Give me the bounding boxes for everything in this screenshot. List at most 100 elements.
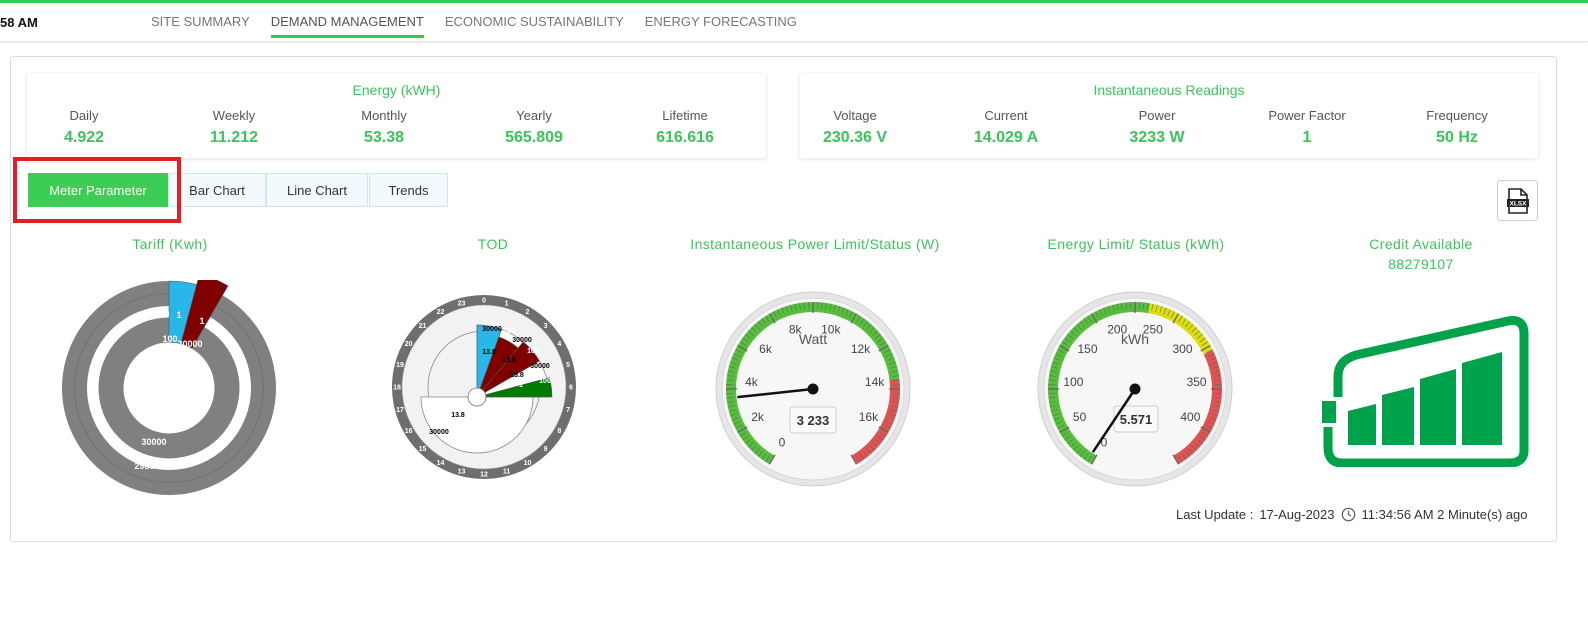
power-needle-pivot — [807, 383, 819, 395]
gauge-tick-label: 50 — [1073, 410, 1087, 424]
svg-text:XLSX: XLSX — [1509, 200, 1527, 207]
metric-value: 1 — [1302, 129, 1312, 146]
instantaneous-readings-card: Instantaneous Readings Voltage 230.36 V … — [800, 73, 1538, 158]
metric-label: Power Factor — [1268, 108, 1346, 123]
tariff-label-1: 1 — [176, 310, 181, 320]
tod-hour-label: 9 — [544, 446, 548, 453]
tab-demand-management[interactable]: DEMAND MANAGEMENT — [270, 14, 424, 38]
tariff-label-6: 29806 — [134, 461, 159, 471]
energy-speedometer: 050100150200 250300350400 kWh 5.571 — [1037, 291, 1233, 487]
reading-power: Power 3233 W — [1082, 108, 1232, 147]
metric-value: 3233 W — [1129, 129, 1185, 146]
tod-hour-label: 20 — [405, 341, 413, 348]
trends-button[interactable]: Trends — [369, 173, 448, 207]
gauge-tick-label: 16k — [859, 410, 879, 424]
energy-weekly: Weekly 11.212 — [159, 108, 309, 147]
reading-power-factor: Power Factor 1 — [1232, 108, 1382, 147]
tod-hour-label: 10 — [524, 460, 532, 467]
gauge-tick-label: 300 — [1172, 342, 1192, 356]
tod-hour-label: 3 — [544, 323, 548, 330]
energy-unit-label: kWh — [1121, 331, 1149, 347]
energy-gauge-title: Energy Limit/ Status (kWh) — [1047, 236, 1225, 252]
tod-hour-label: 15 — [419, 446, 427, 453]
tod-hour-label: 22 — [437, 309, 445, 316]
gauge-tick-label: 400 — [1180, 410, 1200, 424]
power-gauge-title: Instantaneous Power Limit/Status (W) — [690, 236, 940, 252]
gauge-tick-label: 4k — [745, 375, 759, 389]
tod-label: 13.8 — [482, 349, 496, 356]
credit-title: Credit Available 88279107 — [1336, 234, 1506, 274]
energy-daily: Daily 4.922 — [9, 108, 159, 147]
tod-label: 30000 — [482, 326, 502, 333]
tod-label: 100 — [527, 348, 539, 355]
tariff-label-2: 1 — [199, 316, 204, 326]
tod-label: 100 — [539, 378, 551, 385]
gauge-tick-label: 14k — [865, 375, 885, 389]
last-update-time: 11:34:56 AM 2 Minute(s) ago — [1361, 507, 1528, 522]
tariff-label-0: 0 — [164, 309, 169, 319]
metric-label: Daily — [69, 108, 99, 123]
energy-needle-pivot — [1129, 383, 1141, 395]
metric-value: 230.36 V — [822, 129, 888, 146]
tod-label: 30000 — [512, 337, 532, 344]
energy-lifetime: Lifetime 616.616 — [610, 108, 760, 147]
tab-energy-forecasting[interactable]: ENERGY FORECASTING — [645, 14, 797, 38]
credit-value: 88279107 — [1388, 256, 1454, 272]
tod-hour-label: 7 — [566, 407, 570, 414]
energy-summary-card: Energy (kWH) Daily 4.922 Weekly 11.212 M… — [27, 73, 766, 158]
gauge-tick-label: 6k — [759, 342, 773, 356]
tab-economic-sustainability[interactable]: ECONOMIC SUSTAINABILITY — [445, 14, 624, 38]
line-chart-button[interactable]: Line Chart — [266, 173, 368, 207]
metric-value: 14.029 A — [973, 129, 1039, 146]
xlsx-file-icon: XLSX — [1506, 187, 1529, 214]
tod-label: 13.8 — [510, 372, 524, 379]
tod-hour-label: 23 — [458, 300, 466, 307]
tod-label: 13.8 — [502, 357, 516, 364]
xlsx-export-button[interactable]: XLSX — [1497, 180, 1538, 221]
tod-hour-label: 6 — [569, 385, 573, 392]
metric-label: Weekly — [212, 108, 256, 123]
reading-current: Current 14.029 A — [931, 108, 1081, 147]
instant-card-title: Instantaneous Readings — [1093, 82, 1245, 98]
tod-label: 30000 — [530, 363, 550, 370]
tod-hour-label: 18 — [393, 385, 401, 392]
metric-label: Lifetime — [662, 108, 708, 123]
metric-label: Monthly — [361, 108, 407, 123]
bar-chart-button[interactable]: Bar Chart — [168, 173, 266, 207]
tod-hour-label: 1 — [505, 300, 509, 307]
tod-clock-chart: 0 1234567891011121314151617181920212223 3… — [392, 295, 576, 479]
tod-label: 13.8 — [451, 412, 465, 419]
tariff-title: Tariff (Kwh) — [132, 236, 208, 252]
energy-yearly: Yearly 565.809 — [459, 108, 609, 147]
reading-frequency: Frequency 50 Hz — [1382, 108, 1532, 147]
tod-label: 1 — [519, 382, 523, 389]
tod-hour-label: 5 — [566, 362, 570, 369]
gauge-tick-label: 2k — [751, 410, 765, 424]
tod-label: 100 — [503, 328, 515, 335]
tariff-label-5: 30000 — [141, 437, 166, 447]
tod-hour-label: 8 — [557, 428, 561, 435]
tod-title: TOD — [477, 236, 509, 252]
metric-value: 616.616 — [656, 129, 714, 146]
credit-title-text: Credit Available — [1369, 236, 1473, 252]
metric-label: Power — [1138, 108, 1176, 123]
last-update-date: 17-Aug-2023 — [1259, 507, 1335, 522]
energy-value-readout: 5.571 — [1120, 412, 1153, 427]
tod-hour-label: 21 — [419, 323, 427, 330]
power-unit-label: Watt — [799, 331, 827, 347]
power-speedometer: 02k4k6k8k 10k12k14k16k Watt 3 233 — [715, 291, 911, 487]
gauge-tick-label: 150 — [1077, 342, 1097, 356]
gauge-tick-label: 350 — [1187, 375, 1207, 389]
tod-hour-label: 2 — [526, 309, 530, 316]
metric-label: Yearly — [516, 108, 552, 123]
gauge-tick-label: 12k — [851, 342, 871, 356]
metric-value: 50 Hz — [1436, 129, 1478, 146]
tariff-label-4: 20000 — [177, 339, 202, 349]
tod-hour-label: 19 — [396, 362, 404, 369]
tod-hour-label: 4 — [557, 341, 561, 348]
gauge-tick-label: 0 — [779, 436, 786, 450]
metric-value: 11.212 — [209, 129, 259, 146]
tab-site-summary[interactable]: SITE SUMMARY — [151, 14, 250, 38]
selection-highlight — [13, 157, 181, 223]
tariff-label-3: 100 — [162, 334, 177, 344]
